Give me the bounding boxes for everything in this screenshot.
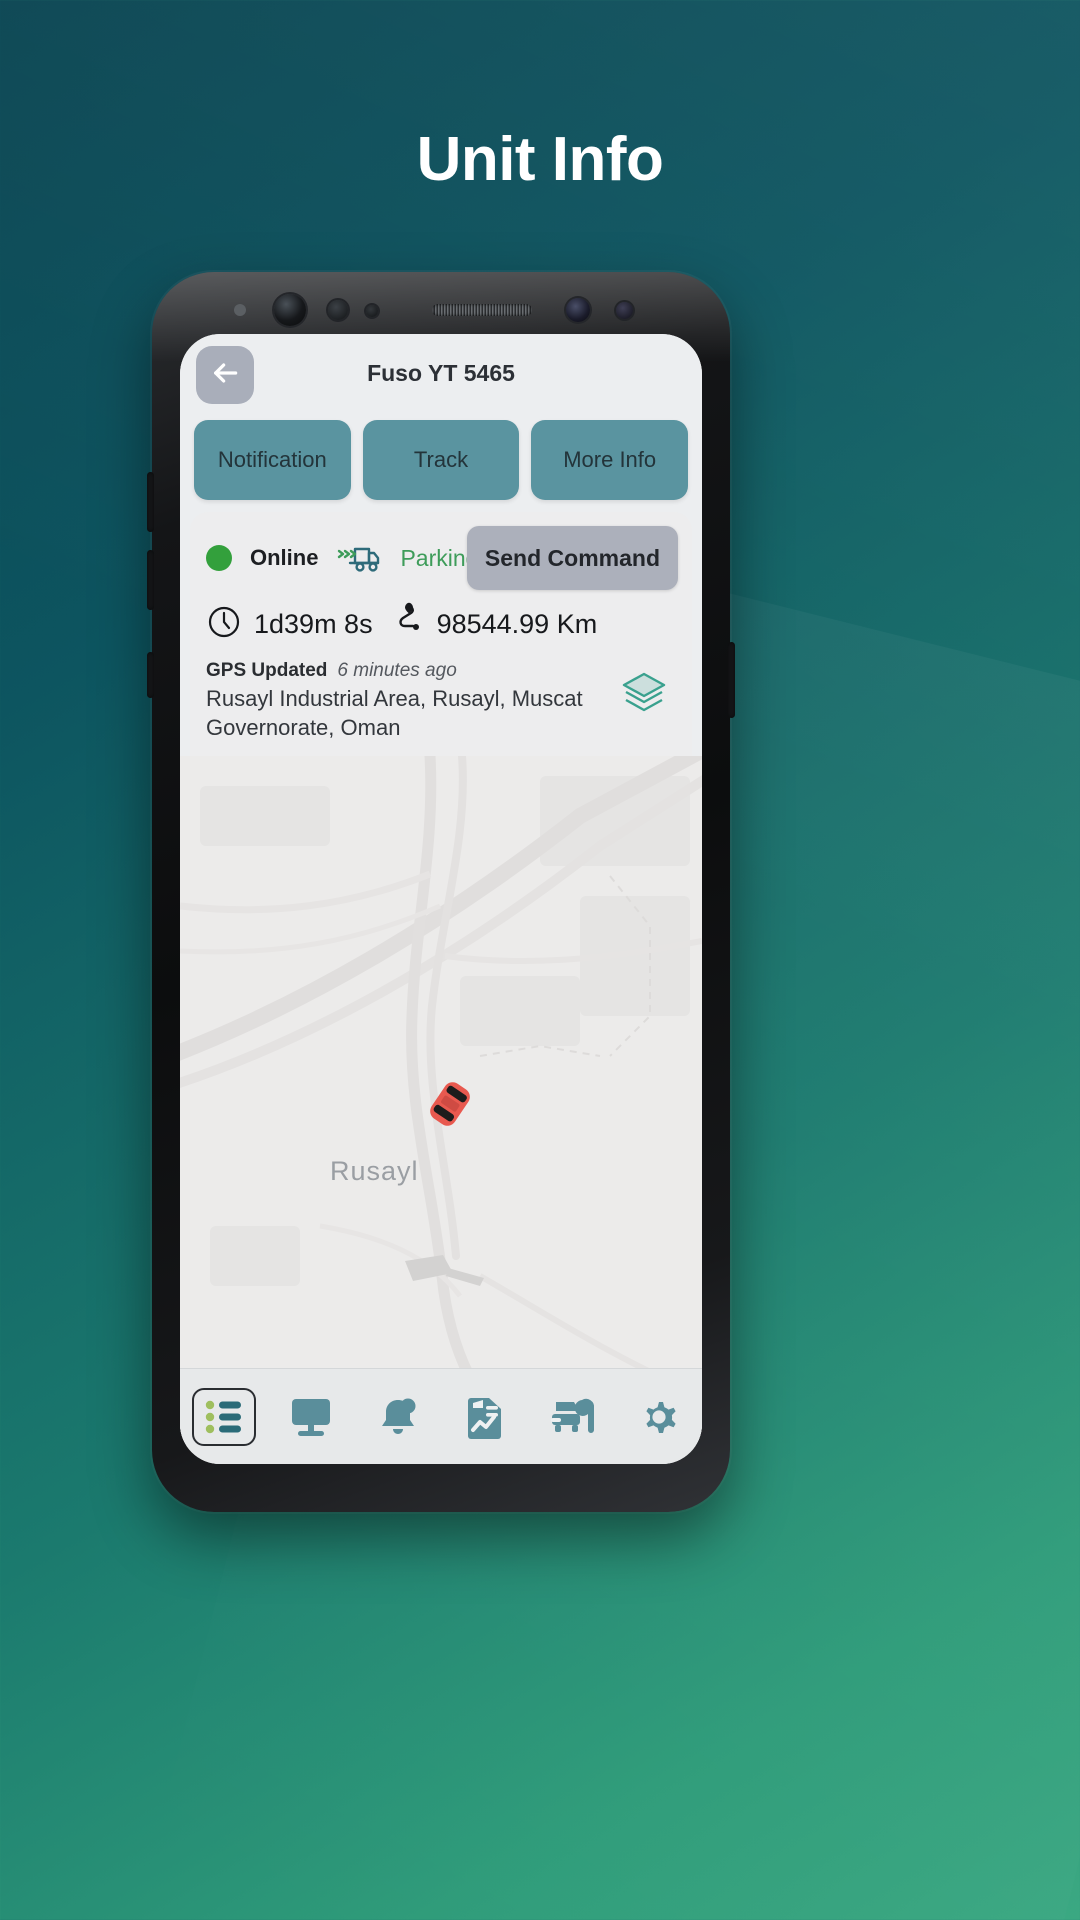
gps-updated-label: GPS Updated <box>206 660 328 681</box>
clock-icon <box>206 604 242 645</box>
nav-settings[interactable] <box>615 1369 702 1464</box>
route-icon <box>389 602 425 647</box>
proximity-sensor-icon <box>366 305 378 317</box>
map-city-label: Rusayl <box>330 1156 419 1187</box>
nav-reports[interactable] <box>441 1369 528 1464</box>
gps-updated-time: 6 minutes ago <box>337 660 457 681</box>
monitor-icon <box>288 1396 334 1438</box>
secondary-camera-icon <box>566 298 590 322</box>
app-header: Fuso YT 5465 <box>180 334 702 408</box>
nav-alerts[interactable] <box>354 1369 441 1464</box>
nav-list[interactable] <box>180 1369 267 1464</box>
truck-icon <box>336 541 382 575</box>
tab-track[interactable]: Track <box>362 420 520 500</box>
odometer-metric: 98544.99 Km <box>389 602 598 647</box>
page-unit-title: Fuso YT 5465 <box>367 360 515 386</box>
duration-metric: 1d39m 8s <box>206 604 373 645</box>
page-title: Unit Info <box>416 125 664 194</box>
phone-top-bezel <box>170 286 712 334</box>
bell-alert-icon <box>376 1395 420 1439</box>
odometer-value: 98544.99 Km <box>436 608 598 639</box>
assistant-button[interactable] <box>147 652 154 698</box>
phone-screen: Fuso YT 5465 Notification Track More Inf… <box>180 334 702 1464</box>
nav-maintenance[interactable] <box>528 1369 615 1464</box>
gps-address: Rusayl Industrial Area, Rusayl, Muscat G… <box>206 686 583 741</box>
tab-notification[interactable]: Notification <box>194 420 351 500</box>
tab-more-info[interactable]: More Info <box>531 420 689 500</box>
duration-value: 1d39m 8s <box>254 608 373 639</box>
volume-up-button[interactable] <box>147 472 154 532</box>
nav-dashboard[interactable] <box>267 1369 354 1464</box>
notification-led-icon <box>234 304 246 316</box>
tab-row: Notification Track More Info <box>180 408 702 500</box>
report-chart-icon <box>465 1394 505 1440</box>
earpiece-speaker-icon <box>432 304 532 316</box>
list-menu-icon <box>204 1398 244 1436</box>
vehicle-tools-icon <box>548 1396 596 1438</box>
metric-row: 1d39m 8s 98544.99 Km <box>206 598 676 650</box>
gps-updated-row: GPS Updated 6 minutes ago <box>206 660 676 682</box>
phone-device-frame: Fuso YT 5465 Notification Track More Inf… <box>147 272 735 1512</box>
unit-info-card: Online Parking Send Command 1d39m 8s 985… <box>190 512 692 757</box>
status-badge <box>206 545 232 571</box>
gear-icon <box>636 1394 682 1440</box>
map-view[interactable]: Rusayl Google <box>180 756 702 1443</box>
connection-status-label: Online <box>250 545 319 570</box>
send-command-button[interactable]: Send Command <box>466 526 678 590</box>
iris-scanner-icon <box>328 300 348 320</box>
front-camera-icon <box>274 294 306 326</box>
map-layers-icon[interactable] <box>620 670 668 714</box>
volume-down-button[interactable] <box>147 550 154 610</box>
light-sensor-icon <box>616 302 633 319</box>
status-row: Online Parking Send Command <box>206 526 678 590</box>
bottom-navigation-bar <box>180 1368 702 1464</box>
power-button[interactable] <box>728 642 735 718</box>
